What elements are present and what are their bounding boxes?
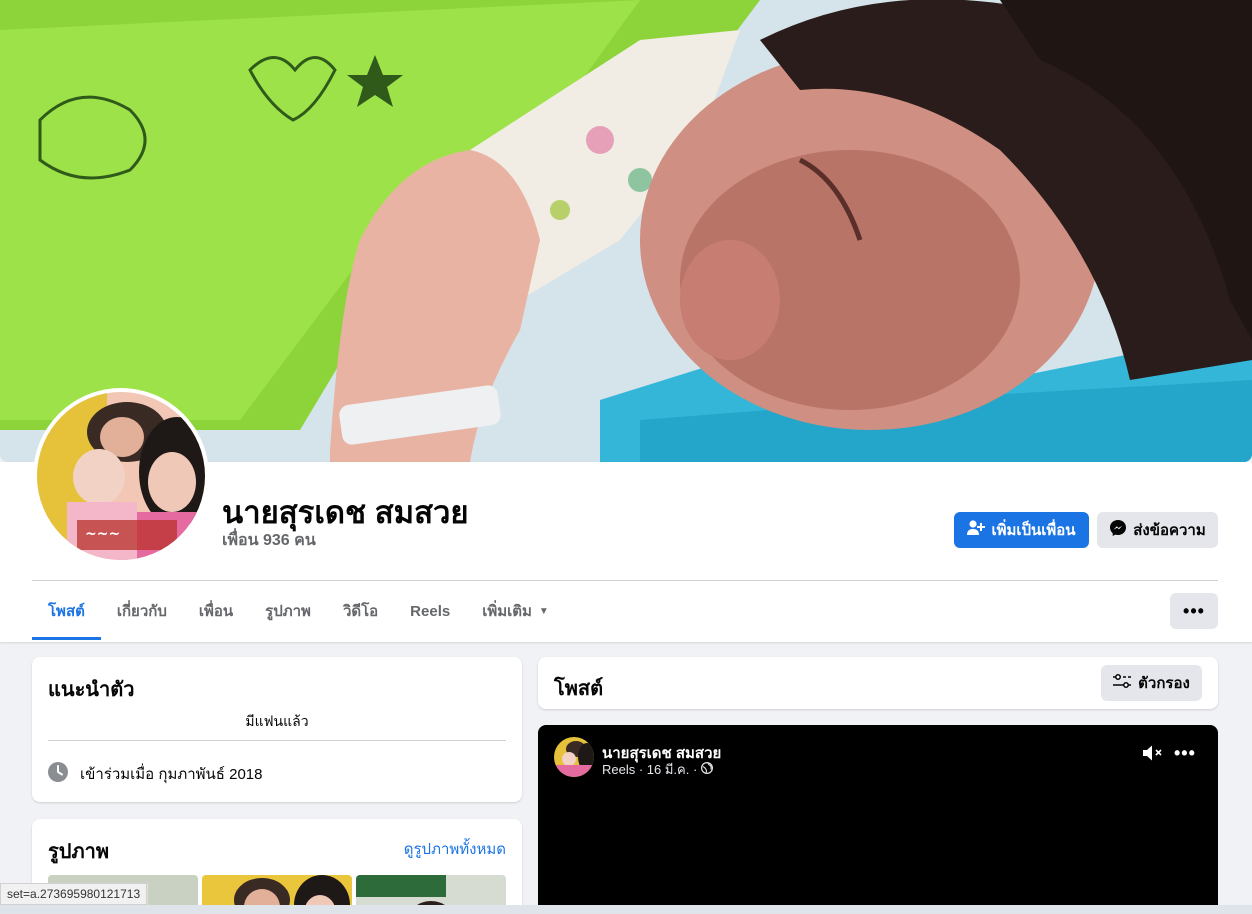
more-dots-icon: •••	[1183, 600, 1205, 621]
caret-down-icon: ▼	[538, 605, 549, 617]
filter-button[interactable]: ตัวกรอง	[1101, 665, 1202, 701]
add-person-icon	[967, 520, 986, 540]
profile-more-button[interactable]: •••	[1170, 593, 1218, 629]
add-friend-label: เพิ่มเป็นเพื่อน	[991, 522, 1076, 539]
intro-title: แนะนำตัว	[48, 679, 135, 701]
see-all-photos-link[interactable]: ดูรูปภาพทั้งหมด	[404, 837, 506, 861]
tab-videos[interactable]: วิดีโอ	[327, 582, 394, 640]
add-friend-button[interactable]: เพิ่มเป็นเพื่อน	[954, 512, 1089, 548]
intro-bio: มีแฟนแล้ว	[245, 713, 309, 729]
tab-photos[interactable]: รูปภาพ	[249, 582, 327, 640]
friends-count[interactable]: เพื่อน 936 คน	[222, 528, 316, 553]
mute-icon[interactable]	[1142, 744, 1164, 767]
joined-text: เข้าร่วมเมื่อ กุมภาพันธ์ 2018	[80, 766, 263, 783]
globe-icon	[701, 761, 714, 777]
cover-photo[interactable]	[0, 0, 1252, 462]
clock-icon	[48, 762, 68, 786]
tab-friends[interactable]: เพื่อน	[183, 582, 249, 640]
post-meta: Reels · 16 มี.ค. ·	[602, 759, 714, 780]
svg-text:~~~: ~~~	[85, 526, 120, 542]
filter-sliders-icon	[1113, 674, 1132, 692]
messenger-icon	[1109, 519, 1127, 541]
tab-reels[interactable]: Reels	[394, 582, 466, 640]
bottom-strip	[0, 905, 1252, 914]
intro-divider	[48, 740, 506, 741]
posts-header-card: โพสต์ ตัวกรอง	[538, 657, 1218, 709]
profile-tabs: โพสต์ เกี่ยวกับ เพื่อน รูปภาพ วิดีโอ Ree…	[32, 582, 565, 640]
reel-post[interactable]: นายสุรเดช สมสวย Reels · 16 มี.ค. · •••	[538, 725, 1218, 914]
tab-more[interactable]: เพิ่มเติม ▼	[466, 582, 565, 640]
post-meta-text[interactable]: Reels · 16 มี.ค. ·	[602, 759, 697, 780]
header-divider	[32, 580, 1218, 581]
status-bar-url: set=a.273695980121713	[0, 883, 148, 905]
send-message-button[interactable]: ส่งข้อความ	[1097, 512, 1218, 548]
post-author-avatar[interactable]	[554, 737, 594, 777]
tab-posts[interactable]: โพสต์	[32, 582, 101, 640]
intro-card: แนะนำตัว มีแฟนแล้ว เข้าร่วมเมื่อ กุมภาพั…	[32, 657, 522, 802]
filter-label: ตัวกรอง	[1138, 675, 1190, 692]
profile-avatar[interactable]: ~~~	[33, 388, 209, 564]
post-options-icon[interactable]: •••	[1174, 743, 1196, 764]
posts-title: โพสต์	[554, 678, 604, 700]
send-message-label: ส่งข้อความ	[1133, 522, 1206, 539]
tab-about[interactable]: เกี่ยวกับ	[101, 582, 183, 640]
joined-row: เข้าร่วมเมื่อ กุมภาพันธ์ 2018	[48, 762, 262, 786]
photos-title: รูปภาพ	[48, 841, 110, 863]
